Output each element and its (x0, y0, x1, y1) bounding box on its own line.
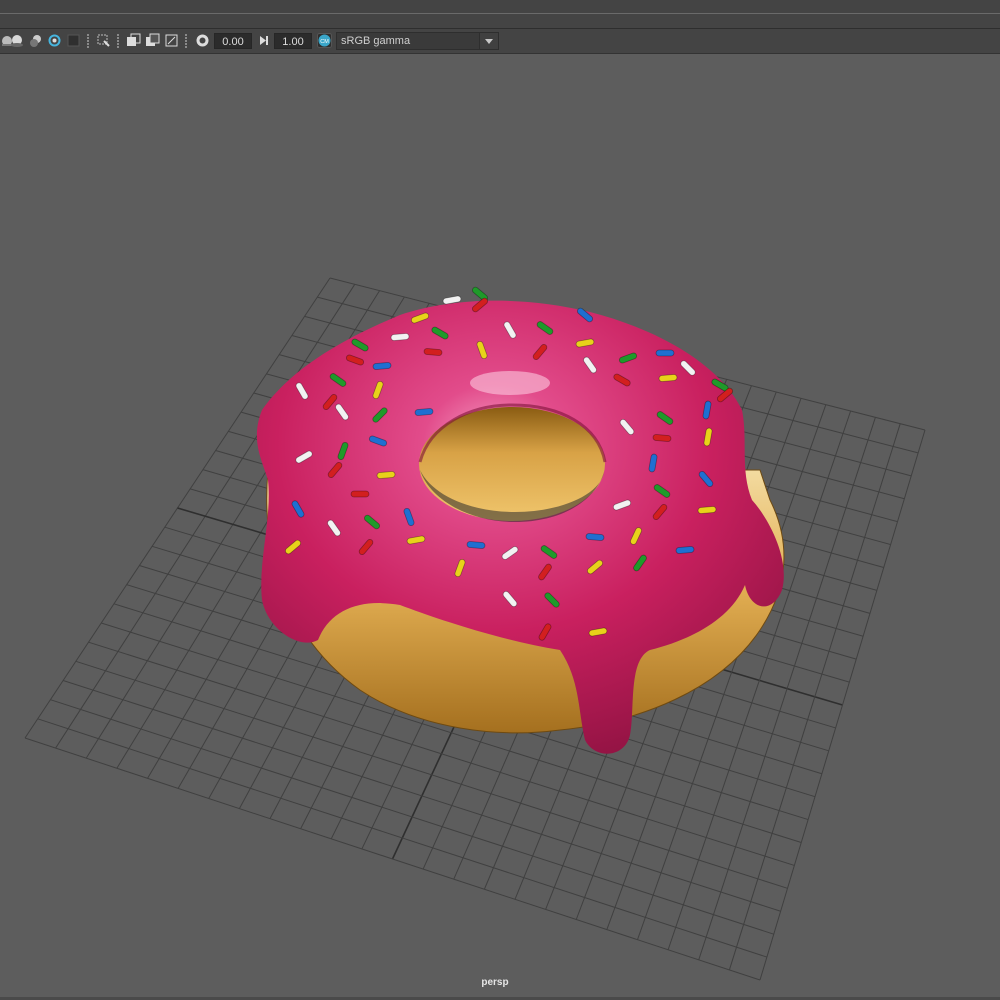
scene-canvas (24, 277, 926, 981)
ambient-occlusion-icon[interactable] (47, 33, 62, 48)
isolate-select-icon[interactable] (66, 33, 81, 48)
sprinkle (414, 408, 434, 416)
donut-model[interactable] (256, 286, 785, 754)
xray-select-icon[interactable] (96, 33, 111, 48)
cm-badge-text: CM (320, 39, 329, 45)
grid-line (50, 699, 774, 935)
grid-line (759, 429, 926, 981)
gamma-icon[interactable] (256, 33, 271, 48)
sprinkle (376, 471, 396, 479)
colorspace-label: sRGB gamma (341, 35, 411, 47)
sprinkle (658, 374, 678, 382)
sprinkle (655, 349, 675, 357)
exposure-field[interactable]: 0.00 (214, 33, 252, 49)
sprinkle (423, 348, 443, 356)
color-management-toggle-icon[interactable]: CM (317, 33, 332, 48)
sprinkle (697, 506, 717, 514)
toolbar-separator (185, 34, 187, 48)
film-gate-icon[interactable] (164, 33, 179, 48)
sprinkle (675, 546, 695, 554)
camera-label: persp (481, 977, 509, 988)
sprinkle (652, 434, 672, 442)
sprinkle (585, 533, 605, 541)
menu-strip (0, 0, 1000, 29)
icing-highlight (470, 371, 550, 395)
resolution-gate-icon[interactable] (126, 33, 141, 48)
sprinkle (390, 333, 410, 341)
gamma-field[interactable]: 1.00 (274, 33, 312, 49)
toolbar-separator (87, 34, 89, 48)
shadow-sphere-icon[interactable] (29, 33, 44, 48)
safe-frame-icon[interactable] (145, 33, 160, 48)
viewport-toolbar: 0.00 1.00 CM sRGB gamma (0, 29, 1000, 54)
toolbar-separator (117, 34, 119, 48)
lighting-sphere-icon[interactable] (10, 33, 25, 48)
sprinkle (372, 362, 392, 370)
grid-line (24, 737, 761, 981)
colorspace-dropdown[interactable]: sRGB gamma (336, 32, 499, 50)
exposure-icon[interactable] (195, 33, 210, 48)
sprinkle (466, 541, 486, 549)
chevron-down-icon[interactable] (479, 33, 498, 49)
grid-line (37, 718, 768, 958)
sprinkle (350, 490, 370, 498)
menu-divider (0, 13, 1000, 14)
perspective-viewport[interactable] (0, 54, 1000, 1000)
